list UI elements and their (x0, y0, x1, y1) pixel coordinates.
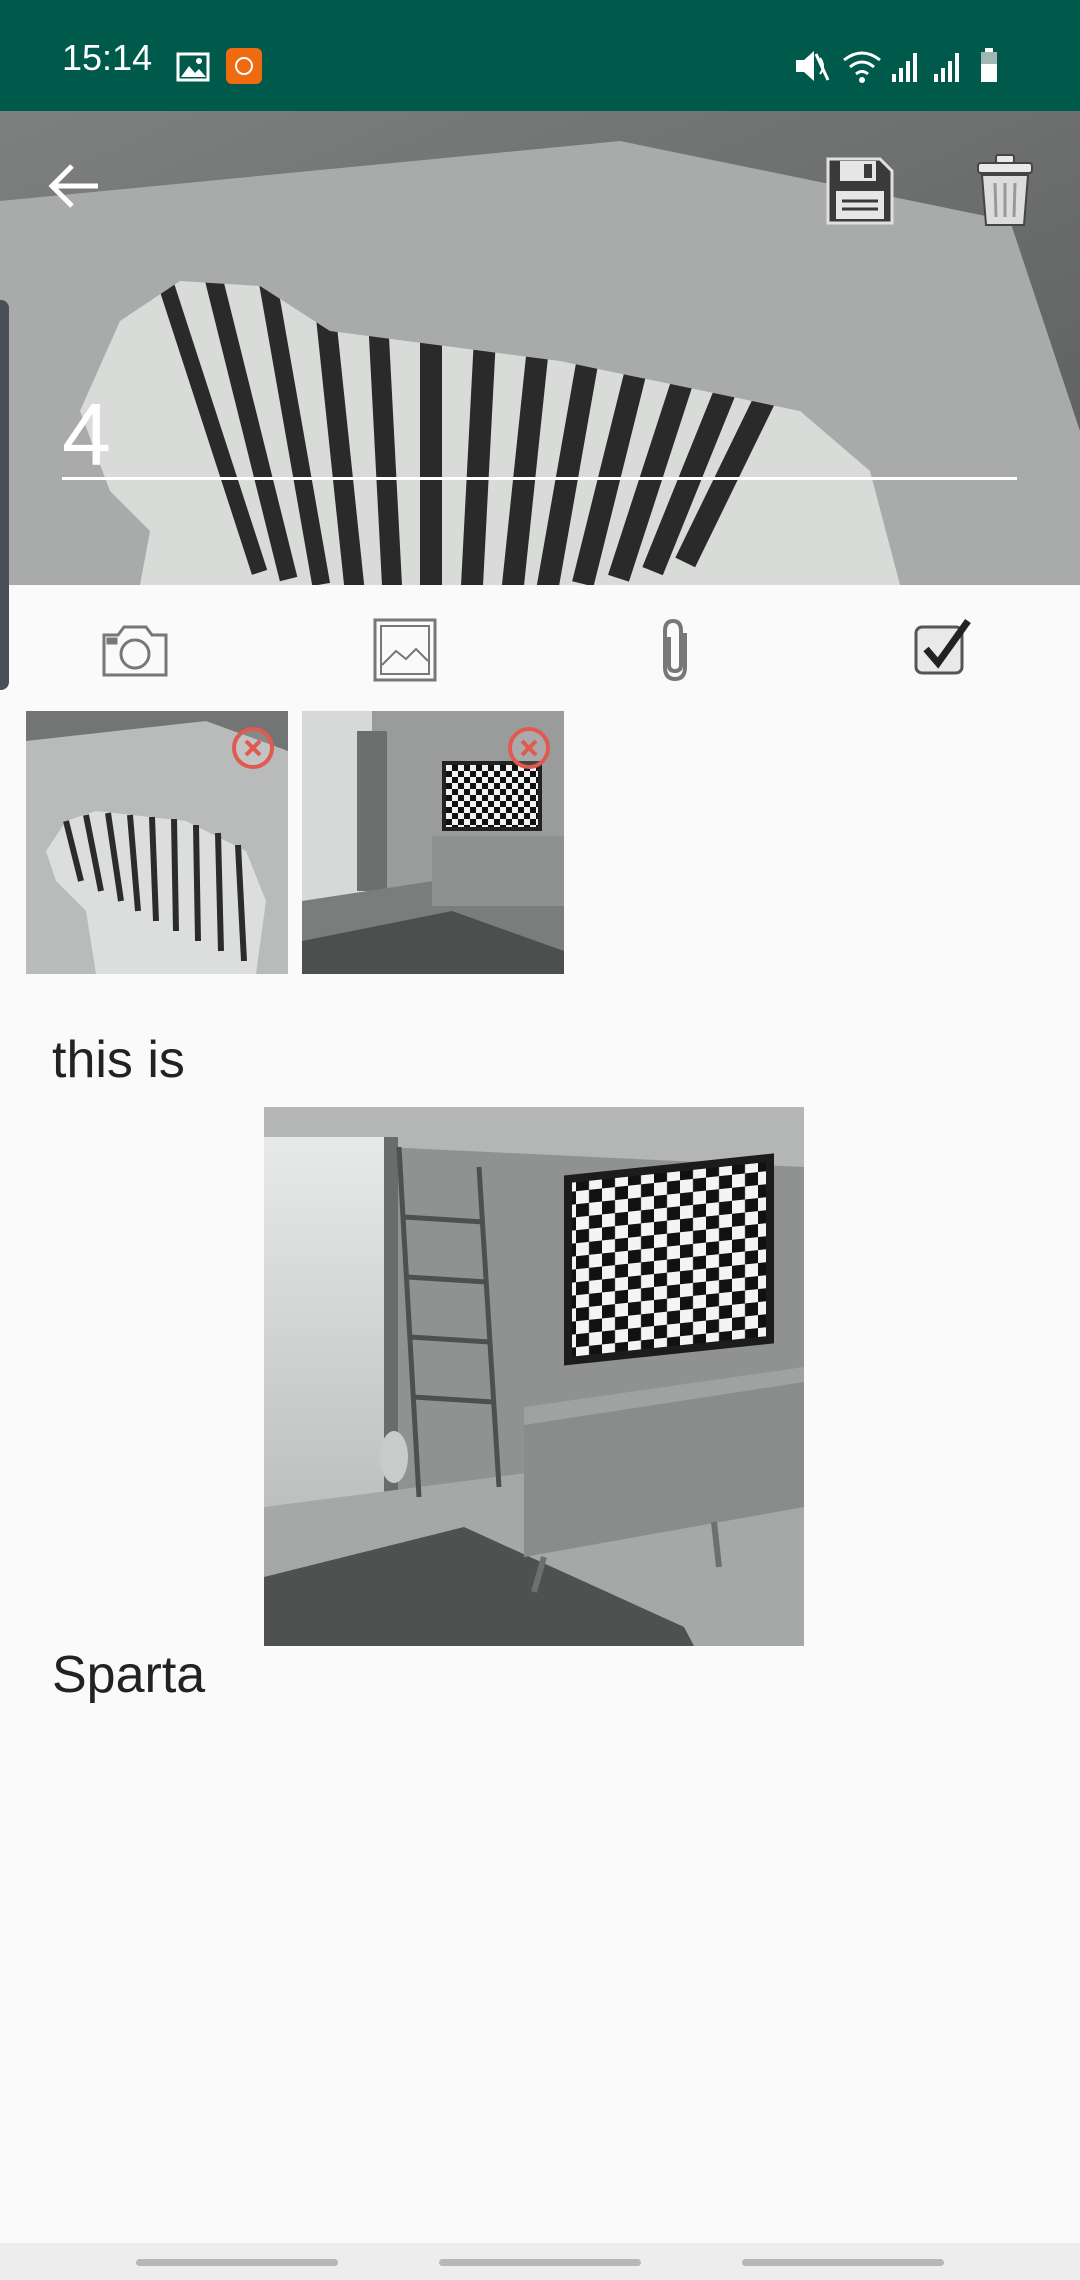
nav-back-handle[interactable] (742, 2259, 944, 2266)
camera-button[interactable] (100, 615, 170, 685)
note-title-input[interactable] (62, 393, 1017, 480)
save-button[interactable] (820, 151, 900, 231)
nav-recents-handle[interactable] (136, 2259, 338, 2266)
note-header (0, 111, 1080, 585)
note-inline-image (264, 1107, 804, 1646)
remove-attachment-button[interactable] (230, 725, 276, 771)
trash-icon (977, 154, 1033, 226)
camera-icon (102, 625, 168, 677)
save-floppy-icon (826, 157, 894, 225)
room-photo (264, 1107, 804, 1646)
image-icon (373, 618, 437, 682)
battery-icon (981, 48, 997, 82)
remove-attachment-button[interactable] (506, 725, 552, 771)
delete-button[interactable] (970, 151, 1040, 231)
note-body-text[interactable]: this is (52, 1030, 185, 1090)
attach-file-button[interactable] (641, 615, 711, 685)
gallery-notification-icon (176, 52, 210, 82)
system-nav-bar (0, 2243, 1080, 2280)
signal-icon (892, 53, 917, 82)
checklist-button[interactable] (908, 615, 978, 685)
paperclip-icon (663, 618, 687, 682)
attachment-thumbnail[interactable] (26, 711, 288, 974)
status-time: 15:14 (62, 37, 153, 78)
nav-home-handle[interactable] (439, 2259, 641, 2266)
back-button[interactable] (40, 151, 110, 221)
mute-icon (796, 51, 830, 81)
wifi-icon (843, 51, 881, 83)
signal-icon (934, 53, 959, 82)
attachment-thumbnail[interactable] (302, 711, 564, 974)
checkbox-icon (914, 618, 971, 675)
back-arrow-icon (48, 164, 98, 208)
gallery-button[interactable] (370, 615, 440, 685)
remove-circle-icon (508, 727, 550, 769)
status-right-icons (796, 48, 997, 83)
attachment-toolbar (0, 585, 1080, 705)
header-cover-image (0, 111, 1080, 585)
note-body-text[interactable]: Sparta (52, 1645, 205, 1705)
remove-circle-icon (232, 727, 274, 769)
app-notification-icon (226, 48, 262, 84)
status-bar: 15:14 (0, 0, 1080, 111)
